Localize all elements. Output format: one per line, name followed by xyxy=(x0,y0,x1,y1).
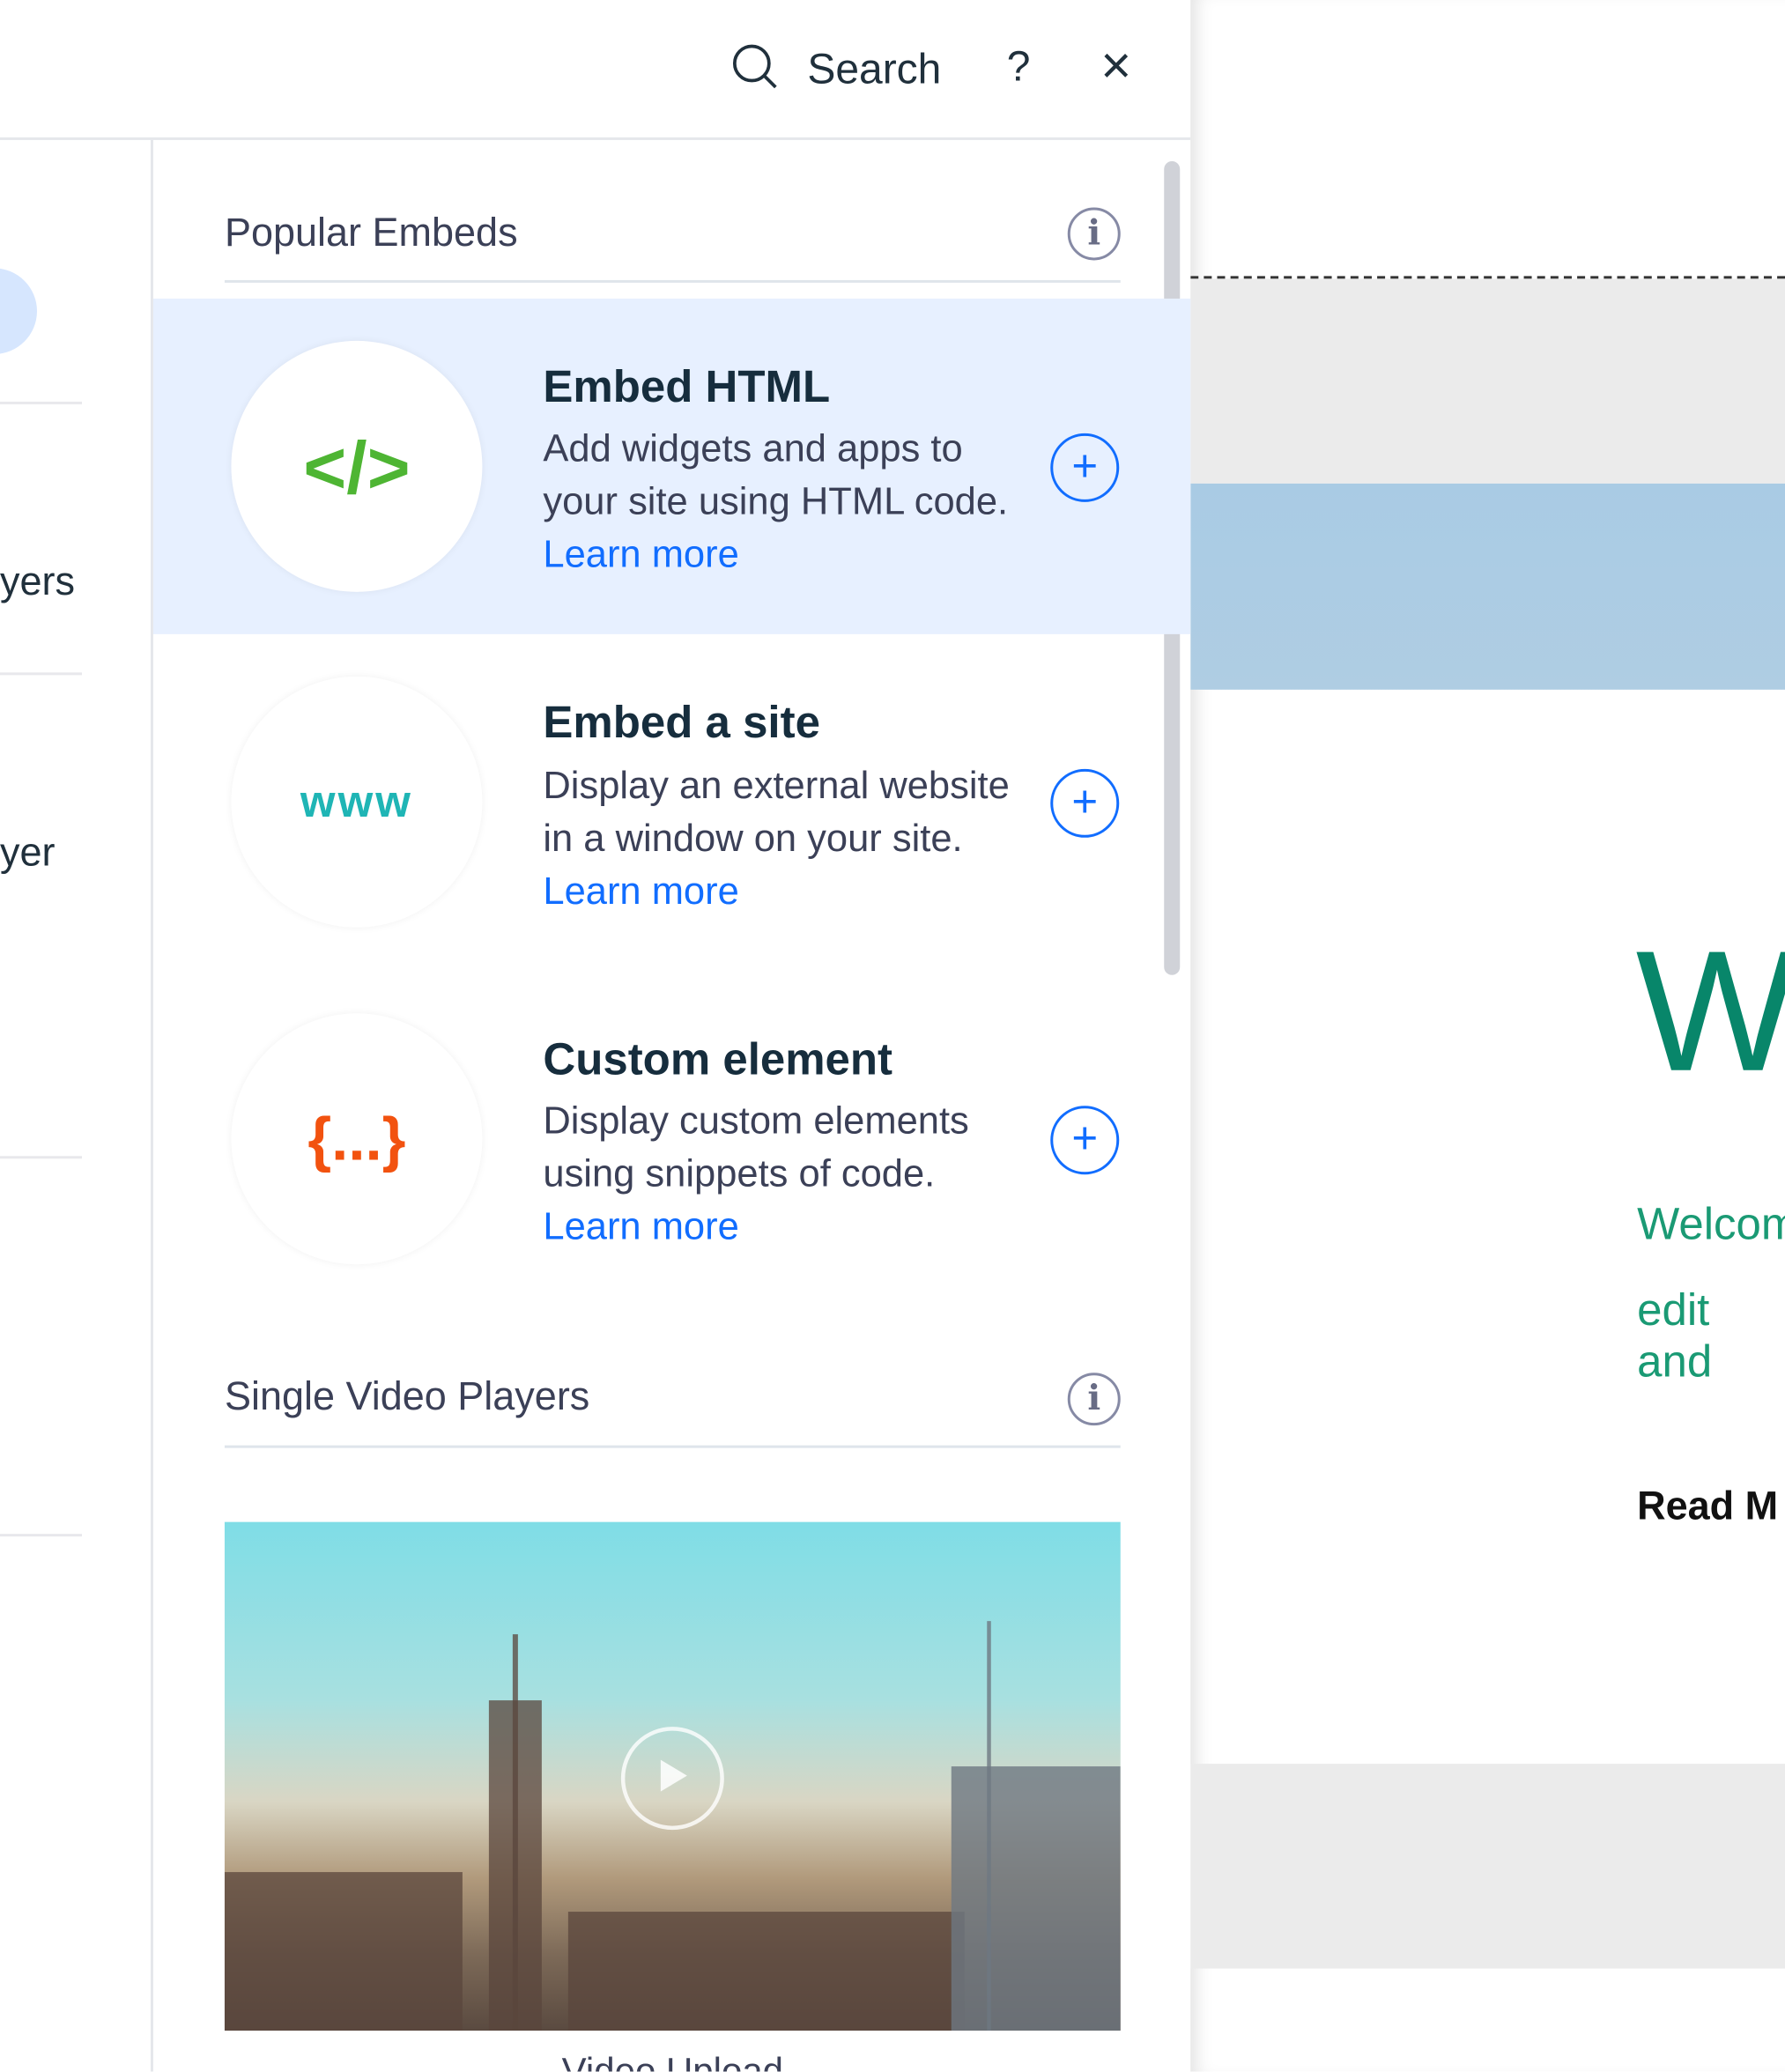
canvas-strip xyxy=(1190,278,1785,484)
sidebar-item[interactable]: yer xyxy=(0,831,56,876)
canvas-footer-strip xyxy=(1190,1764,1785,1969)
learn-more-link[interactable]: Learn more xyxy=(543,1206,738,1248)
site-welcome-text[interactable]: Welcom xyxy=(1637,1200,1785,1251)
add-embed-html-button[interactable]: + xyxy=(1050,433,1120,502)
sidebar-item[interactable]: yers xyxy=(0,560,75,605)
search-button[interactable]: Search xyxy=(807,45,941,93)
item-description: Add widgets and apps to your site using … xyxy=(543,427,1009,576)
code-icon: </> xyxy=(231,340,483,592)
item-title: Embed HTML xyxy=(543,361,831,412)
item-title: Embed a site xyxy=(543,697,820,748)
site-heading[interactable]: W xyxy=(1636,925,1785,1097)
read-more-button[interactable]: Read M xyxy=(1637,1485,1778,1530)
divider xyxy=(0,1156,82,1159)
close-icon[interactable]: × xyxy=(1100,37,1131,96)
section-title: Single Video Players xyxy=(224,1375,590,1419)
item-description: Display custom elements using snippets o… xyxy=(543,1100,969,1249)
search-icon[interactable] xyxy=(730,41,780,91)
category-sidebar xyxy=(0,139,153,2072)
curly-braces-icon: {...} xyxy=(231,1013,483,1265)
item-description: Display an external website in a window … xyxy=(543,765,1010,914)
play-triangle-icon xyxy=(660,1759,687,1792)
divider xyxy=(0,1534,82,1537)
info-icon[interactable]: i xyxy=(1067,207,1121,261)
canvas-image-strip xyxy=(1190,483,1785,690)
site-welcome-text-2[interactable]: edit and xyxy=(1637,1285,1785,1388)
add-embed-site-button[interactable]: + xyxy=(1050,768,1120,838)
video-upload-label: Video Upload xyxy=(561,2050,784,2072)
item-title: Custom element xyxy=(543,1034,893,1085)
divider xyxy=(224,1445,1121,1448)
learn-more-link[interactable]: Learn more xyxy=(543,534,738,576)
info-icon[interactable]: i xyxy=(1067,1373,1121,1426)
divider xyxy=(224,279,1121,283)
divider xyxy=(0,672,82,676)
add-custom-element-button[interactable]: + xyxy=(1050,1106,1120,1175)
learn-more-link[interactable]: Learn more xyxy=(543,870,738,913)
section-title: Popular Embeds xyxy=(224,211,518,255)
www-icon: www xyxy=(231,676,483,928)
help-icon[interactable]: ? xyxy=(1007,42,1031,91)
divider xyxy=(0,401,82,404)
